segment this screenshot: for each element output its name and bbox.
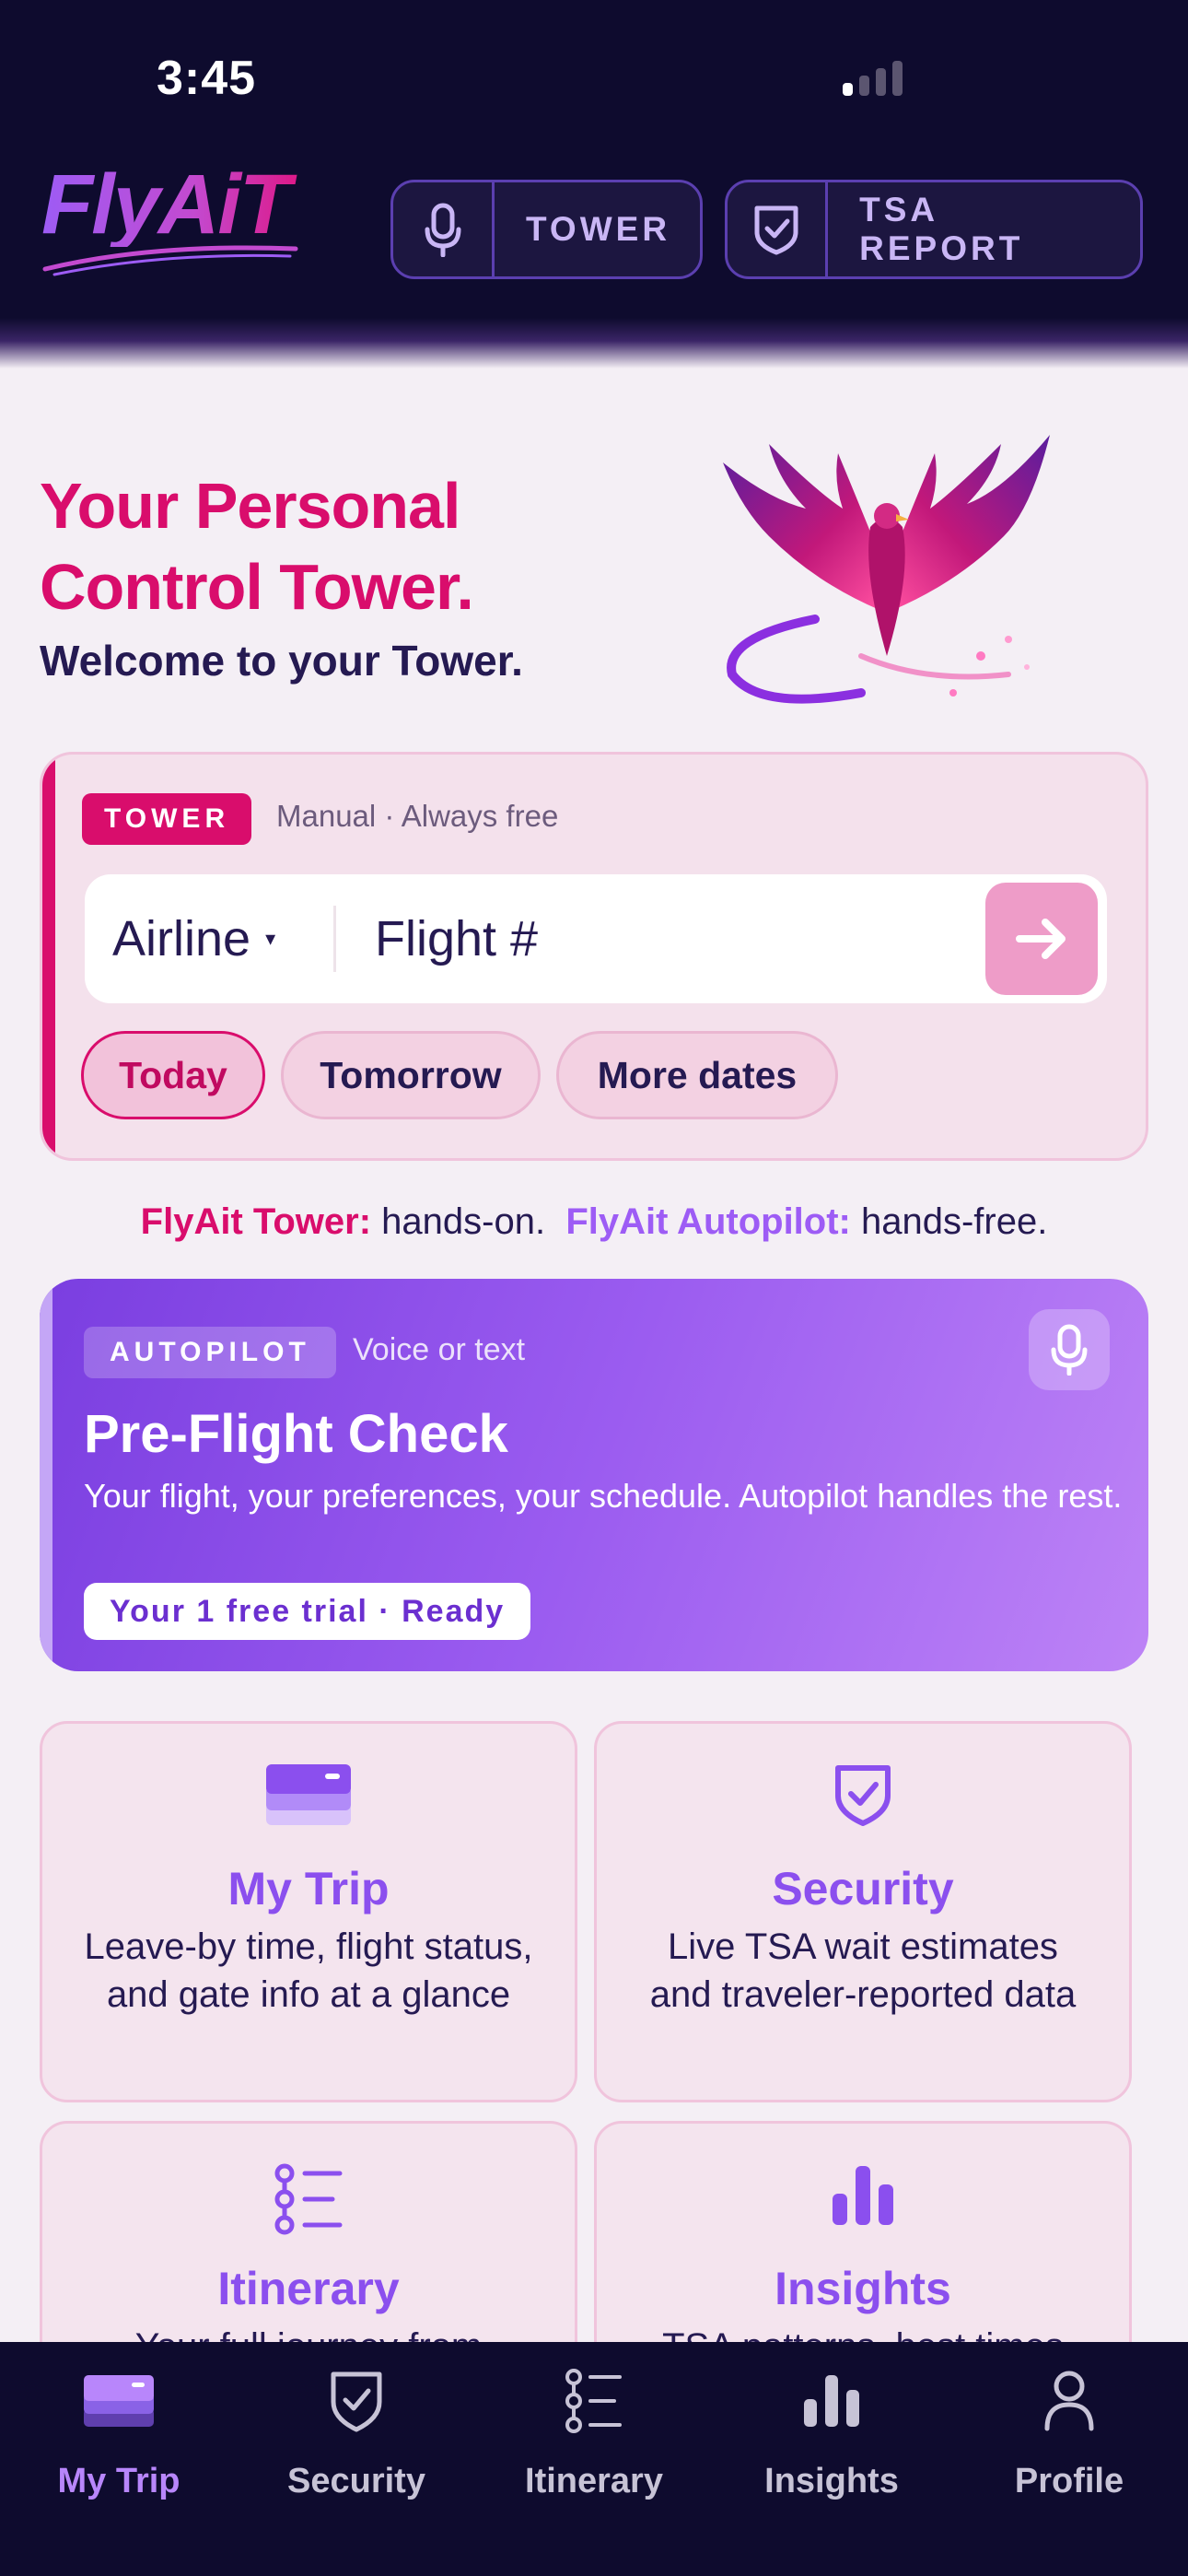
feature-description: Leave-by time, flight status, and gate i… — [84, 1926, 533, 2015]
logo-swoosh-icon — [42, 245, 298, 276]
feature-card-my-trip[interactable]: My Trip Leave-by time, flight status, an… — [40, 1721, 577, 2102]
tab-profile[interactable]: Profile — [950, 2342, 1188, 2576]
shield-check-icon — [597, 1762, 1129, 1827]
autopilot-title: Pre-Flight Check — [84, 1404, 508, 1464]
hero-title: Your Personal Control Tower. — [40, 470, 474, 623]
tagline: FlyAit Tower: hands-on. FlyAit Autopilot… — [0, 1201, 1188, 1243]
date-chip-tomorrow[interactable]: Tomorrow — [281, 1031, 541, 1119]
feature-title: Itinerary — [217, 2263, 400, 2314]
voice-input-button[interactable] — [1029, 1309, 1110, 1390]
tagline-autopilot-text: hands-free. — [861, 1201, 1048, 1242]
feature-card-security[interactable]: Security Live TSA wait estimates and tra… — [594, 1721, 1132, 2102]
tagline-tower-label: FlyAit Tower: — [140, 1201, 372, 1242]
list-icon — [565, 2364, 623, 2438]
airline-select[interactable]: Airline ▾ — [85, 910, 333, 967]
autopilot-description: Your flight, your preferences, your sche… — [84, 1477, 1123, 1515]
flight-number-input[interactable]: Flight # — [336, 910, 985, 967]
tab-label: Profile — [1014, 2462, 1124, 2500]
status-time: 3:45 — [157, 52, 257, 105]
free-trial-badge[interactable]: Your 1 free trial · Ready — [84, 1583, 531, 1640]
tab-my-trip[interactable]: My Trip — [0, 2342, 238, 2576]
feature-title: Insights — [775, 2263, 951, 2314]
tab-label: My Trip — [57, 2462, 181, 2500]
tsa-report-button[interactable]: TSA REPORT — [725, 180, 1143, 279]
tab-label: Insights — [764, 2462, 899, 2500]
tab-label: Security — [287, 2462, 425, 2500]
card-stack-icon — [84, 2364, 154, 2438]
autopilot-note: Voice or text — [353, 1332, 526, 1367]
tower-card: TOWER Manual · Always free Airline ▾ Fli… — [40, 752, 1148, 1161]
feature-title: My Trip — [227, 1863, 390, 1914]
tab-insights[interactable]: Insights — [713, 2342, 950, 2576]
flight-search-bar: Airline ▾ Flight # — [85, 874, 1107, 1003]
tagline-autopilot-label: FlyAit Autopilot: — [565, 1201, 851, 1242]
tsa-report-button-label: TSA REPORT — [859, 191, 1024, 267]
autopilot-badge: AUTOPILOT — [84, 1327, 336, 1378]
card-stack-icon — [42, 1762, 575, 1827]
tab-label: Itinerary — [525, 2462, 663, 2500]
tower-button-label: TOWER — [526, 210, 671, 248]
shield-check-icon — [728, 182, 829, 276]
microphone-icon — [393, 182, 495, 276]
feature-description: Live TSA wait estimates and traveler-rep… — [649, 1926, 1077, 2015]
hero-subtitle: Welcome to your Tower. — [40, 637, 523, 685]
tagline-tower-text: hands-on. — [381, 1201, 546, 1242]
tower-note: Manual · Always free — [276, 799, 559, 833]
caret-down-icon: ▾ — [265, 927, 276, 950]
logo-text: FlyAiT — [41, 162, 318, 247]
airline-label: Airline — [112, 911, 251, 966]
shield-check-icon — [329, 2364, 384, 2438]
microphone-icon — [1051, 1324, 1088, 1376]
phoenix-illustration — [723, 435, 1050, 704]
tower-badge: TOWER — [82, 793, 252, 845]
signal-icon — [843, 61, 903, 96]
tab-itinerary[interactable]: Itinerary — [475, 2342, 713, 2576]
app-logo[interactable]: FlyAiT — [41, 162, 318, 300]
bar-chart-icon — [597, 2162, 1129, 2227]
bar-chart-icon — [802, 2364, 861, 2438]
app-header: 3:45 FlyAiT TOWER TSA REPORT — [0, 0, 1188, 369]
tower-button[interactable]: TOWER — [390, 180, 703, 279]
date-chip-more[interactable]: More dates — [556, 1031, 838, 1119]
arrow-right-icon — [1016, 919, 1066, 959]
tab-bar: My Trip Security Itinerary Insights Prof… — [0, 2342, 1188, 2576]
person-icon — [1043, 2364, 1095, 2438]
autopilot-card[interactable]: AUTOPILOT Voice or text Pre-Flight Check… — [40, 1279, 1148, 1671]
feature-title: Security — [772, 1863, 954, 1914]
search-submit-button[interactable] — [985, 883, 1098, 995]
tab-security[interactable]: Security — [238, 2342, 475, 2576]
date-chip-today[interactable]: Today — [81, 1031, 265, 1119]
list-icon — [42, 2162, 575, 2236]
